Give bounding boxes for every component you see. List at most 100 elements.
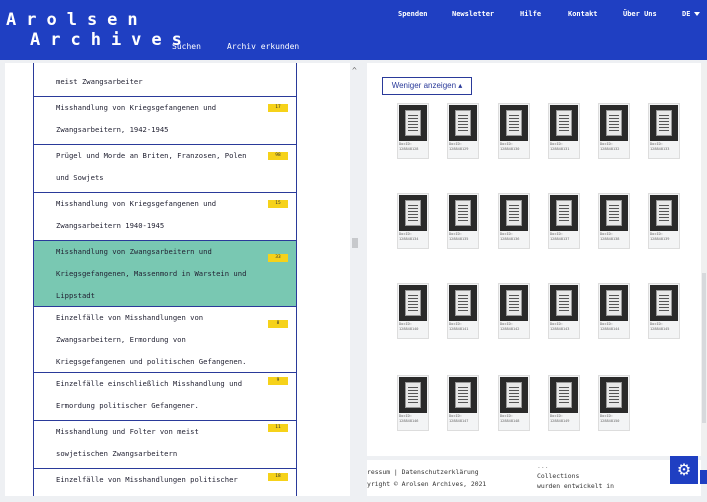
docid-label: DocID: [650, 322, 663, 326]
list-item[interactable]: Einzelfälle von Misshandlungen politisch… [33, 469, 297, 496]
document-thumbnail[interactable]: DocID: 128848138 [598, 193, 630, 249]
document-page [606, 110, 622, 136]
nav-spenden[interactable]: Spenden [398, 10, 428, 18]
document-thumbnail[interactable]: DocID: 128848148 [498, 375, 530, 431]
docid-value: 128848132 [600, 147, 620, 151]
document-preview-image [650, 285, 678, 321]
nav-suchen[interactable]: Suchen [172, 42, 201, 51]
list-item-text: Einzelfälle von Misshandlungen politisch… [56, 475, 238, 484]
document-preview-image [600, 285, 628, 321]
document-thumbnail[interactable]: DocID: 128848134 [397, 193, 429, 249]
document-caption: DocID: 128848133 [650, 142, 680, 152]
nav-ueber-uns[interactable]: Über Uns [623, 10, 657, 18]
document-caption: DocID: 128848128 [399, 142, 429, 152]
document-thumbnail[interactable]: DocID: 128848149 [548, 375, 580, 431]
footer-links[interactable]: ressum | Datenschutzerklärung [367, 468, 479, 476]
document-preview-image [449, 105, 477, 141]
document-thumbnail[interactable]: DocID: 128848130 [498, 103, 530, 159]
docid-value: 128848131 [550, 147, 570, 151]
document-thumbnail[interactable]: DocID: 128848145 [648, 283, 680, 339]
document-preview-image [550, 195, 578, 231]
document-preview-image [600, 195, 628, 231]
docid-value: 128848145 [650, 327, 670, 331]
list-item-text: Misshandlung und Folter von meist sowjet… [56, 427, 199, 458]
documents-scrollbar[interactable] [701, 63, 707, 456]
count-badge: 8 [268, 320, 288, 328]
docid-label: DocID: [650, 142, 663, 146]
documents-scrollbar-thumb[interactable] [702, 273, 706, 423]
document-thumbnail[interactable]: DocID: 128848139 [648, 193, 680, 249]
list-item-selected[interactable]: Misshandlung von Zwangsarbeitern und Kri… [33, 241, 297, 307]
gear-icon[interactable]: ⚙ [670, 456, 698, 484]
document-thumbnail[interactable]: DocID: 128848129 [447, 103, 479, 159]
document-thumbnail[interactable]: DocID: 128848137 [548, 193, 580, 249]
document-page [506, 382, 522, 408]
footer-col2-top: ... [537, 462, 549, 470]
panel-divider[interactable] [350, 63, 362, 496]
document-thumbnail[interactable]: DocID: 128848144 [598, 283, 630, 339]
list-item[interactable]: Misshandlung von Kriegsgefangenen und Zw… [33, 193, 297, 241]
document-thumbnail[interactable]: DocID: 128848140 [397, 283, 429, 339]
docid-value: 128848148 [500, 419, 520, 423]
docid-value: 128848128 [399, 147, 419, 151]
list-item[interactable]: Einzelfälle von Misshandlungen von Zwang… [33, 307, 297, 373]
logo-line2[interactable]: Archives [30, 30, 192, 50]
document-page [455, 382, 471, 408]
document-page [556, 382, 572, 408]
language-selector[interactable]: DE [682, 10, 701, 18]
document-caption: DocID: 128848134 [399, 232, 429, 242]
document-thumbnail[interactable]: DocID: 128848150 [598, 375, 630, 431]
language-label: DE [682, 10, 691, 18]
document-thumbnail[interactable]: DocID: 128848147 [447, 375, 479, 431]
document-thumbnail[interactable]: DocID: 128848143 [548, 283, 580, 339]
list-scrollbar[interactable] [352, 238, 358, 248]
document-thumbnail[interactable]: DocID: 128848135 [447, 193, 479, 249]
list-item-text: Einzelfälle einschließlich Misshandlung … [56, 379, 243, 410]
nav-newsletter[interactable]: Newsletter [452, 10, 494, 18]
document-thumbnail[interactable]: DocID: 128848136 [498, 193, 530, 249]
list-item[interactable]: meist Zwangsarbeiter [33, 63, 297, 97]
show-less-button[interactable]: Weniger anzeigen ▴ [382, 77, 472, 95]
document-preview-image [600, 105, 628, 141]
document-thumbnail[interactable]: DocID: 128848142 [498, 283, 530, 339]
list-item[interactable]: Prügel und Morde an Briten, Franzosen, P… [33, 145, 297, 193]
document-caption: DocID: 128848144 [600, 322, 630, 332]
document-thumbnail[interactable]: DocID: 128848131 [548, 103, 580, 159]
list-item[interactable]: Misshandlung und Folter von meist sowjet… [33, 421, 297, 469]
document-preview-image [449, 377, 477, 413]
count-badge: 17 [268, 104, 288, 112]
list-item[interactable]: Einzelfälle einschließlich Misshandlung … [33, 373, 297, 421]
docid-value: 128848142 [500, 327, 520, 331]
document-caption: DocID: 128848139 [650, 232, 680, 242]
docid-value: 128848137 [550, 237, 570, 241]
docid-value: 128848146 [399, 419, 419, 423]
nav-kontakt[interactable]: Kontakt [568, 10, 598, 18]
document-caption: DocID: 128848137 [550, 232, 580, 242]
document-preview-image [550, 285, 578, 321]
docid-value: 128848133 [650, 147, 670, 151]
chevron-up-icon[interactable]: ^ [352, 66, 357, 75]
docid-value: 128848141 [449, 327, 469, 331]
document-thumbnail[interactable]: DocID: 128848132 [598, 103, 630, 159]
nav-hilfe[interactable]: Hilfe [520, 10, 541, 18]
document-preview-image [449, 195, 477, 231]
count-badge: 98 [268, 152, 288, 160]
nav-archiv-erkunden[interactable]: Archiv erkunden [227, 42, 299, 51]
list-item[interactable]: Misshandlung von Kriegsgefangenen und Zw… [33, 97, 297, 145]
docid-value: 128848130 [500, 147, 520, 151]
docid-label: DocID: [399, 232, 412, 236]
logo-line1[interactable]: Arolsen [6, 10, 148, 30]
docid-label: DocID: [600, 142, 613, 146]
document-thumbnail[interactable]: DocID: 128848141 [447, 283, 479, 339]
docid-value: 128848136 [500, 237, 520, 241]
docid-label: DocID: [650, 232, 663, 236]
document-preview-image [550, 105, 578, 141]
document-caption: DocID: 128848142 [500, 322, 530, 332]
document-preview-image [500, 195, 528, 231]
docid-label: DocID: [449, 232, 462, 236]
document-preview-image [600, 377, 628, 413]
document-thumbnail[interactable]: DocID: 128848128 [397, 103, 429, 159]
document-thumbnail[interactable]: DocID: 128848133 [648, 103, 680, 159]
document-page [606, 200, 622, 226]
document-thumbnail[interactable]: DocID: 128848146 [397, 375, 429, 431]
